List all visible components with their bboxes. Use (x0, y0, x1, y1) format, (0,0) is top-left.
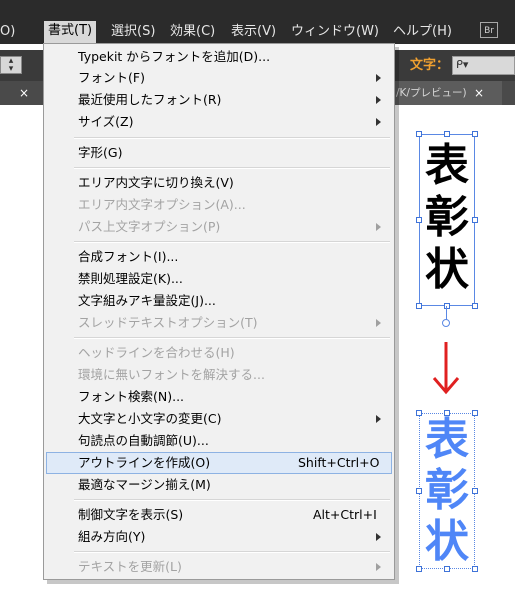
menu-item-convert-area-type[interactable]: エリア内文字に切り換え(V) (78, 173, 234, 193)
outlined-char: 彰 (425, 465, 469, 516)
shortcut-show-hidden-characters: Alt+Ctrl+I (313, 507, 377, 522)
menu-item-recent-fonts[interactable]: 最近使用したフォント(R) (78, 90, 221, 110)
menu-item-resolve-missing-fonts: 環境に無いフォントを解決する... (78, 367, 265, 382)
menu-item-threaded-text: スレッドテキストオプション(T) (78, 315, 258, 330)
submenu-arrow-icon (376, 563, 381, 571)
menu-separator (74, 241, 390, 243)
menu-separator (74, 499, 390, 501)
submenu-arrow-icon (376, 96, 381, 104)
menu-item-fit-headline: ヘッドラインを合わせる(H) (78, 345, 235, 360)
menu-separator (74, 167, 390, 169)
menu-item-show-hidden-characters[interactable]: 制御文字を表示(S) (78, 505, 183, 525)
menu-item-optical-margin[interactable]: 最適なマージン揃え(M) (78, 475, 211, 495)
shortcut-create-outlines: Shift+Ctrl+O (298, 455, 380, 470)
text-char: 表 (425, 140, 469, 191)
outlined-char: 状 (425, 516, 469, 567)
selection-handle[interactable] (416, 131, 422, 137)
menu-item-size[interactable]: サイズ(Z) (78, 112, 133, 132)
document-tab-label: /K/プレビュー) (396, 87, 467, 99)
text-anchor-line (446, 306, 447, 320)
vertical-text-outlined[interactable]: 表 彰 状 (419, 414, 475, 567)
selection-handle[interactable] (472, 131, 478, 137)
selection-handle[interactable] (444, 303, 450, 309)
text-char: 彰 (425, 192, 469, 243)
menu-item-mojikumi[interactable]: 文字組みアキ量設定(J)... (78, 291, 216, 311)
menu-help[interactable]: ヘルプ(H) (393, 22, 452, 42)
bridge-icon[interactable]: Br (480, 22, 498, 38)
menu-item-path-type-options: パス上文字オプション(P) (78, 219, 221, 234)
submenu-arrow-icon (376, 319, 381, 327)
menu-item-smart-punctuation[interactable]: 句読点の自動調節(U)... (78, 431, 209, 451)
outlined-char: 表 (425, 414, 469, 465)
menu-item-area-type-options: エリア内文字オプション(A)... (78, 197, 246, 212)
menu-item-kinsoku[interactable]: 禁則処理設定(K)... (78, 269, 183, 289)
menu-item-glyphs[interactable]: 字形(G) (78, 143, 122, 163)
menu-select[interactable]: 選択(S) (111, 22, 155, 42)
menu-type[interactable]: 書式(T) (44, 21, 97, 43)
selection-handle[interactable] (416, 303, 422, 309)
selection-handle[interactable] (444, 131, 450, 137)
menu-effect[interactable]: 効果(C) (170, 22, 215, 42)
submenu-arrow-icon (376, 223, 381, 231)
menu-item-change-case[interactable]: 大文字と小文字の変更(C) (78, 409, 221, 429)
tab-close-icon[interactable]: × (12, 84, 36, 102)
selection-handle[interactable] (472, 303, 478, 309)
menu-item-font[interactable]: フォント(F) (78, 68, 145, 88)
font-search-field[interactable]: ᑭ▾ (452, 56, 515, 75)
vertical-text-original[interactable]: 表 彰 状 (419, 140, 475, 296)
text-anchor-point[interactable] (442, 319, 450, 327)
character-label[interactable]: 文字： (410, 57, 449, 75)
tab-close-icon[interactable]: × (474, 85, 484, 101)
menu-separator (74, 137, 390, 139)
submenu-arrow-icon (376, 415, 381, 423)
menu-item-composite-fonts[interactable]: 合成フォント(I)... (78, 247, 178, 267)
menu-separator (74, 337, 390, 339)
text-char: 状 (425, 244, 469, 295)
spinner-icon[interactable]: ▴ ▾ (0, 56, 22, 74)
menu-object[interactable]: O) (0, 22, 15, 42)
menu-item-update-legacy-text: テキストを更新(L) (78, 559, 182, 574)
menu-item-type-orientation[interactable]: 組み方向(Y) (78, 527, 145, 547)
menu-window[interactable]: ウィンドウ(W) (291, 22, 379, 42)
menu-separator (74, 551, 390, 553)
menu-item-typekit[interactable]: Typekit からフォントを追加(D)... (78, 47, 270, 67)
menu-item-create-outlines[interactable]: アウトラインを作成(O) (78, 453, 210, 473)
menu-item-find-font[interactable]: フォント検索(N)... (78, 387, 184, 407)
submenu-arrow-icon (376, 74, 381, 82)
menu-bar: O) 書式(T) 選択(S) 効果(C) 表示(V) ウィンドウ(W) ヘルプ(… (0, 0, 515, 44)
submenu-arrow-icon (376, 118, 381, 126)
down-arrow-icon (432, 342, 460, 395)
submenu-arrow-icon (376, 533, 381, 541)
menu-view[interactable]: 表示(V) (231, 22, 276, 42)
